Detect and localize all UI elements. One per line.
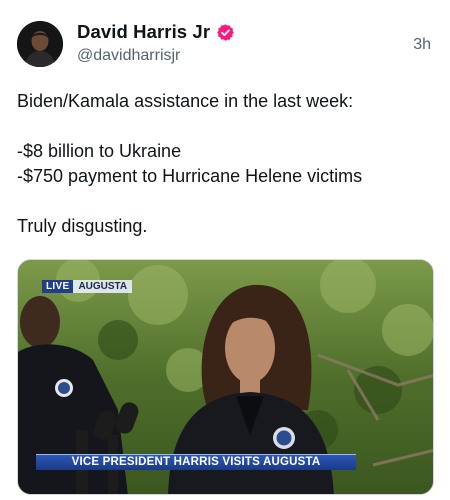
post-card[interactable]: David Harris Jr @davidharrisjr 3h Biden/… bbox=[0, 0, 450, 500]
verified-badge-icon bbox=[217, 23, 234, 41]
live-tag: LIVE AUGUSTA bbox=[42, 280, 133, 293]
post-text-line: -$750 payment to Hurricane Helene victim… bbox=[17, 166, 363, 186]
live-badge: LIVE bbox=[42, 280, 74, 293]
post-text-line: Biden/Kamala assistance in the last week… bbox=[17, 91, 354, 111]
post-text-line: -$8 billion to Ukraine bbox=[17, 141, 182, 161]
author-display-name[interactable]: David Harris Jr bbox=[77, 21, 210, 43]
post-text-line: Truly disgusting. bbox=[17, 216, 148, 236]
author-handle[interactable]: @davidharrisjr bbox=[77, 47, 180, 65]
broadcast-caption: VICE PRESIDENT HARRIS VISITS AUGUSTA bbox=[36, 454, 356, 470]
live-location: AUGUSTA bbox=[73, 280, 133, 293]
avatar[interactable] bbox=[17, 21, 63, 67]
post-media-image[interactable]: LIVE AUGUSTA VICE PRESIDENT HARRIS VISIT… bbox=[17, 259, 434, 495]
author-row: David Harris Jr bbox=[77, 19, 235, 45]
post-text-blank-line bbox=[17, 189, 437, 214]
post-text-blank-line bbox=[17, 114, 437, 139]
post-text: Biden/Kamala assistance in the last week… bbox=[17, 89, 437, 239]
post-timestamp[interactable]: 3h bbox=[413, 36, 431, 54]
